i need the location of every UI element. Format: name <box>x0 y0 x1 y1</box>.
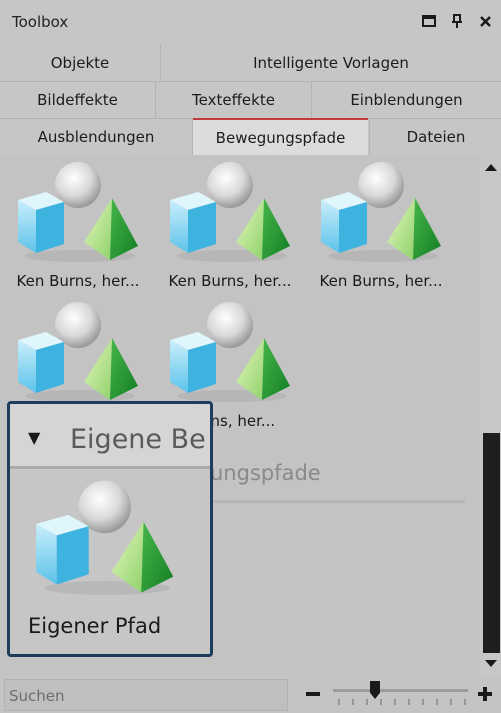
item-label: Ken Burns, her... <box>16 272 140 290</box>
tab-row-3: Ausblendungen Bewegungspfade Dateien <box>0 118 501 156</box>
objects-3d-icon <box>18 476 196 604</box>
tab-bewegungspfade[interactable]: Bewegungspfade <box>193 118 368 155</box>
popup-item-label: Eigener Pfad <box>28 614 162 638</box>
slider-ticks <box>338 699 466 705</box>
list-item[interactable]: Ken Burns, her... <box>10 158 160 308</box>
scrollbar-thumb[interactable] <box>483 433 500 653</box>
tab-texteffekte[interactable]: Texteffekte <box>156 81 312 118</box>
tab-strip: Objekte Intelligente Vorlagen Bildeffekt… <box>0 44 501 156</box>
tab-row-2: Bildeffekte Texteffekte Einblendungen <box>0 81 501 119</box>
popup-title: Eigene Be <box>70 424 206 455</box>
item-label: Ken Burns, her... <box>168 272 292 290</box>
maximize-icon[interactable] <box>418 10 440 32</box>
tab-ausblendungen[interactable]: Ausblendungen <box>0 118 193 155</box>
zoom-slider-thumb[interactable] <box>370 681 380 699</box>
group-header[interactable]: ungspfade <box>210 461 321 485</box>
item-label: Ken Burns, her... <box>319 272 443 290</box>
zoom-slider-track[interactable] <box>333 689 468 692</box>
scroll-up-icon[interactable] <box>485 164 497 171</box>
plus-icon[interactable] <box>474 679 496 709</box>
objects-3d-icon <box>10 158 150 270</box>
tab-objekte[interactable]: Objekte <box>0 44 161 81</box>
window-title: Toolbox <box>12 13 69 31</box>
drag-preview-popup[interactable]: ▼ Eigene Be Eigener Pfad <box>7 401 213 657</box>
tab-row-1: Objekte Intelligente Vorlagen <box>0 44 501 82</box>
search-input[interactable]: Suchen <box>4 679 288 711</box>
objects-3d-icon <box>10 298 150 410</box>
triangle-down-icon[interactable]: ▼ <box>28 428 40 447</box>
objects-3d-icon <box>313 158 453 270</box>
tab-einblendungen[interactable]: Einblendungen <box>312 81 501 118</box>
objects-3d-icon <box>162 298 302 410</box>
close-icon[interactable] <box>474 10 496 32</box>
list-item[interactable]: Ken Burns, her... <box>313 158 463 308</box>
list-item[interactable]: Ken Burns, her... <box>162 158 312 308</box>
minus-icon[interactable] <box>302 679 324 709</box>
pin-icon[interactable] <box>446 10 468 32</box>
title-bar: Toolbox <box>0 0 501 44</box>
tab-dateien[interactable]: Dateien <box>369 118 501 155</box>
group-divider <box>210 500 465 503</box>
tab-intelligente-vorlagen[interactable]: Intelligente Vorlagen <box>161 44 501 81</box>
tab-bildeffekte[interactable]: Bildeffekte <box>0 81 156 118</box>
bottom-bar: Suchen <box>0 675 501 713</box>
scroll-down-icon[interactable] <box>485 660 497 667</box>
popup-header[interactable]: ▼ Eigene Be <box>10 404 210 469</box>
vertical-scrollbar[interactable] <box>480 155 501 675</box>
objects-3d-icon <box>162 158 302 270</box>
